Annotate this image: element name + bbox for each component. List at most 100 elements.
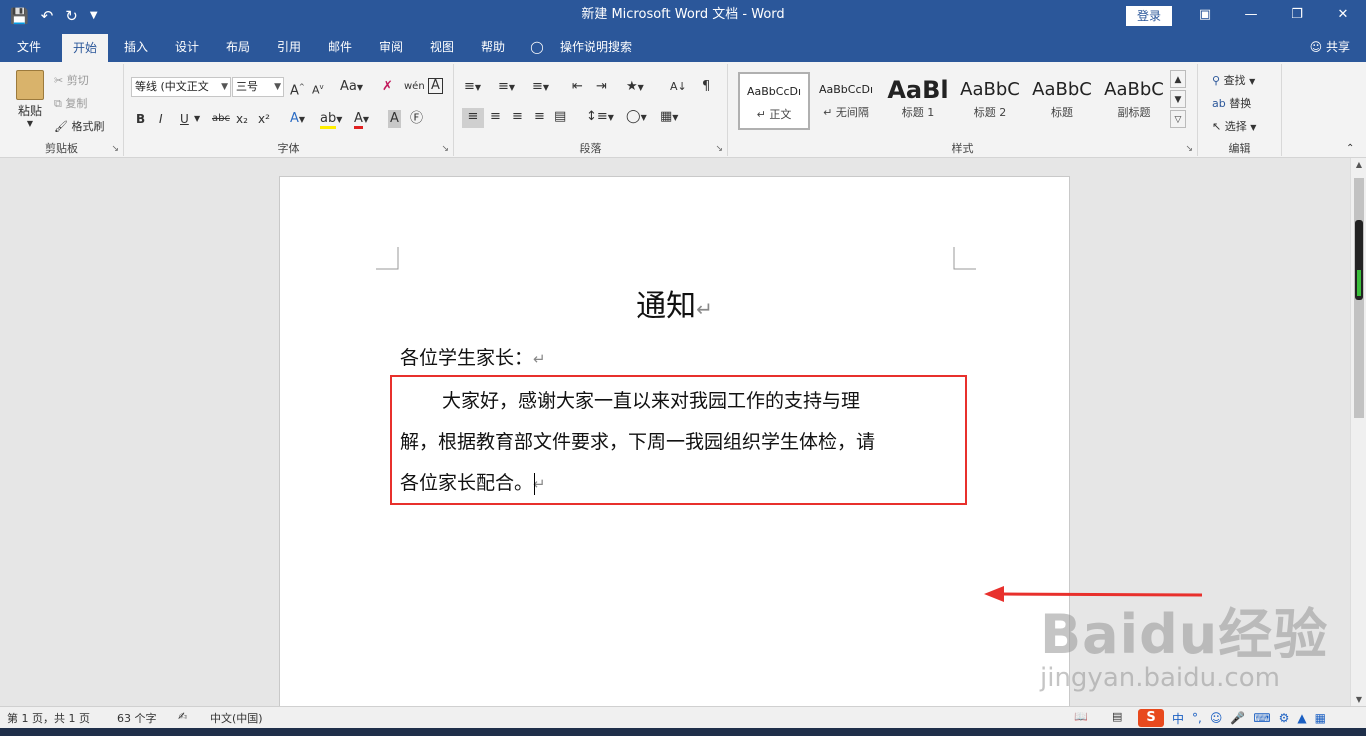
enclose-char-icon[interactable]: Ⓕ xyxy=(410,110,423,128)
tab-layout[interactable]: 布局 xyxy=(216,32,260,62)
shrink-font-icon[interactable]: Av xyxy=(312,78,324,100)
line-spacing-icon[interactable]: ↕≡▼ xyxy=(586,108,614,127)
styles-scroll-down-icon[interactable]: ▼ xyxy=(1170,90,1186,108)
scroll-up-icon[interactable]: ▲ xyxy=(1351,160,1366,169)
italic-button[interactable]: I xyxy=(159,110,163,128)
collapse-ribbon-icon[interactable]: ⌃ xyxy=(1346,140,1354,158)
text-effects-icon[interactable]: A▼ xyxy=(290,110,305,129)
scroll-down-icon[interactable]: ▼ xyxy=(1351,695,1366,704)
multilevel-list-icon[interactable]: ≡▼ xyxy=(532,78,549,97)
style-subtitle[interactable]: AaBbC 副标题 xyxy=(1098,72,1170,130)
shirt-icon[interactable]: ▲ xyxy=(1297,711,1306,725)
dialog-launcher-icon[interactable]: ↘ xyxy=(111,144,119,154)
read-mode-icon[interactable]: 📖 xyxy=(1074,710,1088,723)
maximize-button[interactable]: ❐ xyxy=(1274,0,1320,32)
underline-button[interactable]: U xyxy=(180,110,189,128)
decrease-indent-icon[interactable]: ⇤ xyxy=(572,78,583,96)
skin-icon[interactable]: ⚙ xyxy=(1279,711,1290,725)
close-button[interactable]: ✕ xyxy=(1320,0,1366,32)
dialog-launcher-icon[interactable]: ↘ xyxy=(1185,144,1193,154)
save-icon[interactable]: 💾 xyxy=(10,0,29,32)
dialog-launcher-icon[interactable]: ↘ xyxy=(715,144,723,154)
document-area: 通知↵ 各位学生家长：↵ 大家好，感谢大家一直以来对我园工作的支持与理 解，根据… xyxy=(0,158,1350,716)
tell-me-search[interactable]: 操作说明搜索 xyxy=(556,32,636,62)
style-no-spacing[interactable]: AaBbCcDı ↵ 无间隔 xyxy=(810,72,882,130)
cut-button[interactable]: ✂ 剪切 xyxy=(54,72,89,88)
numbering-icon[interactable]: ≡▼ xyxy=(498,78,515,97)
keyboard-icon[interactable]: ⌨ xyxy=(1253,711,1270,725)
select-button[interactable]: ↖ 选择 ▼ xyxy=(1212,118,1256,134)
tab-design[interactable]: 设计 xyxy=(165,32,209,62)
font-name-combo[interactable]: 等线 (中文正文 ▼ xyxy=(131,77,231,97)
tab-review[interactable]: 审阅 xyxy=(369,32,413,62)
clear-format-icon[interactable]: ✗ xyxy=(382,78,393,96)
language-indicator[interactable]: 中文(中国) xyxy=(210,710,263,726)
style-normal[interactable]: AaBbCcDı ↵ 正文 xyxy=(738,72,810,130)
emoji-icon[interactable]: ☺ xyxy=(1210,711,1223,725)
style-heading-1[interactable]: AaBl 标题 1 xyxy=(882,72,954,130)
watermark-brand: Baidu经验 xyxy=(1040,603,1329,666)
ime-punct[interactable]: °, xyxy=(1192,711,1202,725)
styles-scroll-up-icon[interactable]: ▲ xyxy=(1170,70,1186,88)
change-case-button[interactable]: Aa▼ xyxy=(340,78,363,97)
replace-button[interactable]: ab 替换 xyxy=(1212,95,1251,111)
sogou-logo-icon[interactable]: S xyxy=(1138,709,1164,727)
salutation-paragraph[interactable]: 各位学生家长：↵ xyxy=(400,343,546,370)
dialog-launcher-icon[interactable]: ↘ xyxy=(441,144,449,154)
grow-font-icon[interactable]: A^ xyxy=(290,78,305,100)
share-button[interactable]: ☺ 共享 xyxy=(1310,32,1350,62)
print-layout-icon[interactable]: ▤ xyxy=(1112,710,1122,723)
tab-help[interactable]: 帮助 xyxy=(471,32,515,62)
tab-references[interactable]: 引用 xyxy=(267,32,311,62)
proofing-icon[interactable]: ✍ xyxy=(178,710,187,723)
chinese-layout-icon[interactable]: ★▼ xyxy=(626,78,644,97)
ime-mode[interactable]: 中 xyxy=(1172,710,1184,727)
align-right-icon[interactable]: ≡ xyxy=(512,108,523,126)
find-button[interactable]: ⚲ 查找 ▼ xyxy=(1212,72,1255,88)
ribbon-display-icon[interactable]: ▣ xyxy=(1182,0,1228,32)
styles-more-icon[interactable]: ▽ xyxy=(1170,110,1186,128)
word-count[interactable]: 63 个字 xyxy=(117,710,157,726)
style-title[interactable]: AaBbC 标题 xyxy=(1026,72,1098,130)
highlight-icon[interactable]: ab▼ xyxy=(320,110,342,129)
shading-icon[interactable]: ◯▼ xyxy=(626,108,647,127)
tab-mailings[interactable]: 邮件 xyxy=(318,32,362,62)
bold-button[interactable]: B xyxy=(136,110,145,128)
distributed-icon[interactable]: ▤ xyxy=(554,108,566,126)
font-color-icon[interactable]: A▼ xyxy=(354,110,369,129)
sort-icon[interactable]: A↓ xyxy=(670,78,687,96)
font-size-combo[interactable]: 三号 ▼ xyxy=(232,77,284,97)
customize-qat-icon[interactable]: ▼ xyxy=(90,0,98,32)
microphone-icon[interactable]: 🎤 xyxy=(1230,711,1245,725)
style-heading-2[interactable]: AaBbC 标题 2 xyxy=(954,72,1026,130)
page-count[interactable]: 第 1 页，共 1 页 xyxy=(7,710,90,726)
undo-icon[interactable]: ↶ xyxy=(41,0,54,32)
strikethrough-button[interactable]: abc xyxy=(212,110,230,128)
show-marks-icon[interactable]: ¶ xyxy=(702,78,710,96)
tab-file[interactable]: 文件 xyxy=(6,32,52,62)
char-border-icon[interactable]: A xyxy=(428,78,443,94)
underline-dropdown-icon[interactable]: ▼ xyxy=(194,110,200,128)
char-shading-icon[interactable]: A xyxy=(388,110,401,128)
align-left-icon[interactable]: ≡ xyxy=(462,108,484,128)
phonetic-guide-icon[interactable]: wén xyxy=(404,78,425,96)
minimize-button[interactable]: — xyxy=(1228,0,1274,32)
redo-icon[interactable]: ↻ xyxy=(65,0,78,32)
borders-icon[interactable]: ▦▼ xyxy=(660,108,678,127)
paste-button[interactable]: 粘贴 ▼ xyxy=(12,70,48,132)
tab-view[interactable]: 视图 xyxy=(420,32,464,62)
document-page[interactable]: 通知↵ 各位学生家长：↵ 大家好，感谢大家一直以来对我园工作的支持与理 解，根据… xyxy=(279,176,1070,716)
login-button[interactable]: 登录 xyxy=(1126,6,1172,26)
tab-home[interactable]: 开始 xyxy=(62,34,108,62)
increase-indent-icon[interactable]: ⇥ xyxy=(596,78,607,96)
document-title[interactable]: 通知↵ xyxy=(280,281,1069,325)
format-painter-button[interactable]: 🖌 格式刷 xyxy=(54,118,104,134)
grid-icon[interactable]: ▦ xyxy=(1315,711,1326,725)
align-center-icon[interactable]: ≡ xyxy=(490,108,501,126)
copy-button[interactable]: ⧉ 复制 xyxy=(54,95,87,111)
tab-insert[interactable]: 插入 xyxy=(114,32,158,62)
superscript-button[interactable]: x² xyxy=(258,110,270,128)
subscript-button[interactable]: x₂ xyxy=(236,110,248,128)
bullets-icon[interactable]: ≡▼ xyxy=(464,78,481,97)
justify-icon[interactable]: ≡ xyxy=(534,108,545,126)
